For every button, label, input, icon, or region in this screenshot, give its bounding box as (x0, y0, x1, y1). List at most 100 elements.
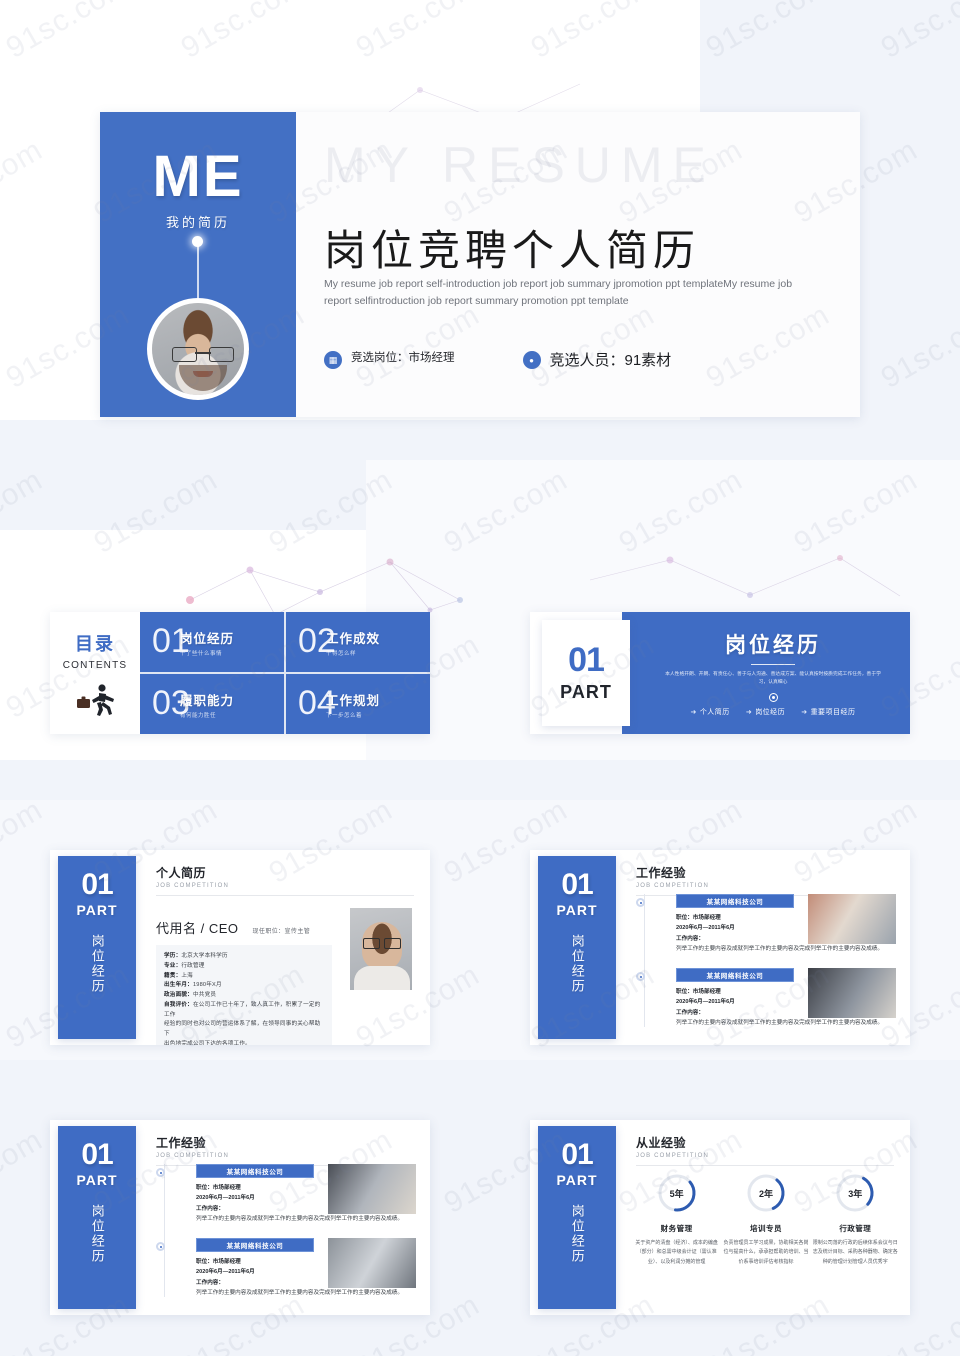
meta-position-text: 竞选岗位：市场经理 (351, 352, 455, 364)
stat-description: 限制公司落的行政的后续体系会议与日志及统计目标、采购各种器物、确定各种的管理计划… (812, 1240, 898, 1265)
part-body: 岗位经历 本人性格开朗、开朗、有责任心、善于与人沟通、善达成方案、能认真按时按质… (622, 612, 910, 734)
contents-item-3[interactable]: 03 履职能力 有何能力胜任 (140, 674, 284, 734)
slide-work-experience-2[interactable]: 01 PART 岗位经历 工作经验 JOB COMPETITION 某某网络科技… (50, 1120, 430, 1315)
contents-title: 目录 (75, 633, 115, 654)
slide-header-cn: 工作经验 (636, 866, 687, 880)
experience-photo (328, 1238, 416, 1288)
watermark-text: 91sc.com (0, 1123, 49, 1220)
slide-side-bar: 01 PART 岗位经历 (58, 1126, 136, 1309)
part-number: 01 (568, 641, 605, 679)
experience-content: 列举工作的主要内容及成就列举工作的主要内容及完成列举工作的主要内容及成绩。 (676, 1020, 883, 1027)
part-link-1[interactable]: ➜ 个人简历 (690, 707, 729, 717)
arrow-icon: ➜ (745, 709, 753, 717)
contents-item-1-note: 干了些什么事情 (180, 650, 223, 657)
experience-photo (328, 1164, 416, 1214)
slide-part-divider[interactable]: 01 PART 岗位经历 本人性格开朗、开朗、有责任心、善于与人沟通、善达成方案… (530, 612, 910, 734)
cover-me-subtitle: 我的简历 (165, 215, 230, 230)
part-link-1-label: 个人简历 (699, 709, 730, 717)
experience-photo (808, 894, 896, 944)
stat-name: 培训专员 (749, 1224, 782, 1233)
beard-shape (179, 365, 227, 391)
person-icon: ● (522, 351, 541, 369)
glasses-icon (363, 938, 401, 949)
contents-item-3-number: 03 (152, 684, 190, 723)
slide-cover[interactable]: ME 我的简历 MY RESUME 岗位竞聘个人简历 My resume job… (100, 112, 860, 417)
stat-item-1[interactable]: 5年 财务管理 关于资产的清盘（经济）、成本的编盘（部分）和总需中级会计证（需认… (634, 1172, 720, 1267)
timeline-bullet-icon (156, 1168, 165, 1177)
slide-side-bar: 01 PART 岗位经历 (58, 856, 136, 1039)
side-vertical-title: 岗位经历 (569, 1204, 585, 1264)
side-part-label: PART (556, 1172, 598, 1188)
slide-side-bar: 01 PART 岗位经历 (538, 856, 616, 1039)
slide-personal-resume[interactable]: 01 PART 岗位经历 个人简历 JOB COMPETITION 代用名 / … (50, 850, 430, 1045)
avatar (147, 298, 249, 400)
progress-ring-icon: 2年 (745, 1172, 787, 1214)
contents-item-2-number: 02 (298, 622, 336, 661)
company-badge: 某某网络科技公司 (196, 1164, 314, 1178)
slide-body: 工作经验 JOB COMPETITION 某某网络科技公司 职位：市场部经理 2… (142, 1120, 430, 1315)
slide-body: 从业经验 JOB COMPETITION 5年 财务管理 关于资产的清盘（经济）… (622, 1120, 910, 1315)
cover-left-panel: ME 我的简历 (100, 112, 296, 417)
field-label: 出生年月： (164, 982, 193, 989)
resume-field-education: 学历：北京大学本科学历 (164, 952, 324, 962)
slide-side-bar: 01 PART 岗位经历 (538, 1126, 616, 1309)
resume-field-major: 专业：行政管理 (164, 962, 324, 972)
company-badge: 某某网络科技公司 (196, 1238, 314, 1252)
contents-item-1[interactable]: 01 岗位经历 干了些什么事情 (140, 612, 284, 672)
slide-contents[interactable]: 目录 CONTENTS 01 岗位经历 干了些什么事情 02 工作成效 干得怎么… (50, 612, 430, 734)
slide-header-en: JOB COMPETITION (156, 1153, 230, 1159)
experience-content: 列举工作的主要内容及成就列举工作的主要内容及完成列举工作的主要内容及成绩。 (196, 1290, 403, 1297)
company-badge: 某某网络科技公司 (676, 968, 794, 982)
slide-body: 工作经验 JOB COMPETITION 某某网络科技公司 职位：市场部经理 2… (622, 850, 910, 1045)
part-link-2[interactable]: ➜ 岗位经历 (746, 707, 785, 717)
slide-work-experience-1[interactable]: 01 PART 岗位经历 工作经验 JOB COMPETITION 某某网络科技… (530, 850, 910, 1045)
contents-item-4-number: 04 (298, 684, 336, 723)
stats-row: 5年 财务管理 关于资产的清盘（经济）、成本的编盘（部分）和总需中级会计证（需认… (632, 1172, 900, 1267)
contents-item-2[interactable]: 02 工作成效 干得怎么样 (286, 612, 430, 672)
cover-description: My resume job report self-introduction j… (324, 278, 793, 308)
bullet-dot-icon (768, 693, 778, 703)
slide-header-en: JOB COMPETITION (156, 883, 230, 889)
cover-ghost-title: MY RESUME (324, 137, 716, 193)
part-link-3[interactable]: ➜ 重要项目经历 (801, 707, 855, 717)
arrow-icon: ➜ (690, 709, 697, 717)
contents-grid: 01 岗位经历 干了些什么事情 02 工作成效 干得怎么样 03 履职能力 有何… (140, 612, 430, 734)
resume-field-political: 政治面貌：中共党员 (164, 991, 324, 1001)
slide-career-stats[interactable]: 01 PART 岗位经历 从业经验 JOB COMPETITION 5年 财务管… (530, 1120, 910, 1315)
part-number-card: 01 PART (542, 620, 630, 726)
resume-name: 代用名 / CEO (156, 921, 239, 936)
arrow-icon: ➜ (801, 709, 808, 717)
running-person-icon (77, 683, 114, 716)
resume-field-evaluation: 自我评价：在公司工作已十年了，致人真工作，积累了一定的工作 (164, 1001, 324, 1021)
resume-evaluation-line-2: 经验的同时也对公司的营运体系了解，在领导同事的关心帮助下 (164, 1021, 321, 1038)
glasses-icon (172, 347, 234, 362)
timeline-bullet-icon (636, 972, 645, 981)
slide-header: 工作经验 JOB COMPETITION (156, 1134, 414, 1166)
mouth-shape (193, 371, 213, 377)
ppt-template-preview-page: ME 我的简历 MY RESUME 岗位竞聘个人简历 My resume job… (0, 0, 960, 1356)
part-links: ➜ 个人简历 ➜ 岗位经历 ➜ 重要项目经历 (690, 707, 855, 717)
slide-header-en: JOB COMPETITION (636, 883, 710, 889)
resume-evaluation-line-3: 出色地完成公司下达的各项工作。 (164, 1041, 251, 1045)
slide-header-cn: 个人简历 (156, 866, 207, 880)
part-label: PART (560, 682, 612, 702)
field-label: 专业： (164, 962, 182, 969)
field-value: 中共党员 (192, 992, 217, 999)
portrait-shirt (354, 966, 410, 990)
resume-position: 现任职位：宣传主管 (252, 929, 311, 935)
stat-item-3[interactable]: 3年 行政管理 限制公司落的行政的后续体系会议与日志及统计目标、采购各种器物、确… (812, 1172, 898, 1267)
side-part-number: 01 (81, 1138, 113, 1171)
part-description: 本人性格开朗、开朗、有责任心、善于与人沟通、善达成方案、能认真按时按质完成工作任… (665, 672, 881, 686)
meta-item-person: ● 竞选人员：91素材 (522, 350, 671, 373)
contents-item-4[interactable]: 04 工作规划 下一步怎么着 (286, 674, 430, 734)
watermark-text: 91sc.com (875, 298, 960, 395)
contents-item-4-label: 工作规划 (326, 693, 381, 708)
stat-description: 关于资产的清盘（经济）、成本的编盘（部分）和总需中级会计证（需认准业）、以及利润… (635, 1240, 718, 1265)
cover-me-title: ME (152, 144, 244, 209)
connector-line (197, 240, 199, 304)
field-value: 北京大学本科学历 (181, 953, 228, 959)
stat-value: 3年 (848, 1188, 863, 1199)
stat-item-2[interactable]: 2年 培训专员 负责管理员工学习成果，协助相关各岗位与提高什么，承承担帮助的培训… (723, 1172, 809, 1267)
field-label: 籍贯： (164, 972, 182, 979)
company-badge: 某某网络科技公司 (676, 894, 794, 908)
